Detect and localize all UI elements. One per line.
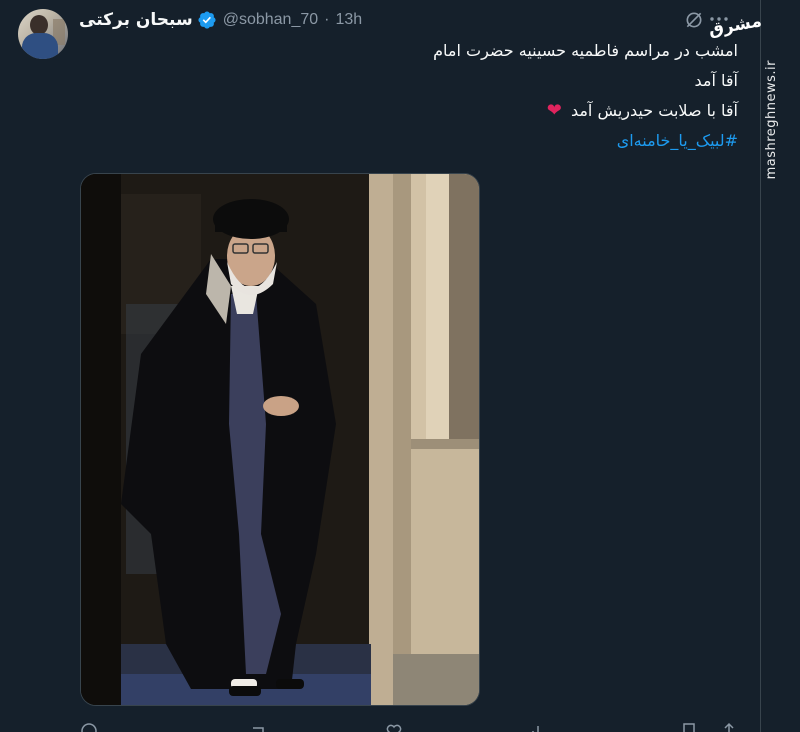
tweet-text: امشب در مراسم فاطمیه حسینیه حضرت امام آق… <box>138 36 738 156</box>
reply-icon[interactable] <box>80 722 98 732</box>
handle[interactable]: @sobhan_70 <box>223 11 318 29</box>
avatar[interactable] <box>18 9 68 59</box>
tweet-line-2: آقا آمد <box>694 71 738 90</box>
retweet-icon[interactable] <box>250 722 268 732</box>
tweet-page: سبحان برکتی @sobhan_70 · 13h امشب در مرا… <box>0 0 800 732</box>
tweet-media-photo[interactable] <box>80 173 480 706</box>
photo-image <box>81 174 479 705</box>
bookmark-icon[interactable] <box>680 722 698 732</box>
tweet-line-1: امشب در مراسم فاطمیه حسینیه حضرت امام <box>433 41 738 60</box>
watermark-logo: مشرق <box>706 11 764 41</box>
tweet-header: سبحان برکتی @sobhan_70 · 13h <box>79 8 362 32</box>
share-icon[interactable] <box>720 722 738 732</box>
hashtag-link[interactable]: #لبیک_یا_خامنه‌ای <box>617 131 738 150</box>
watermark-site: mashreghnews.ir <box>764 60 779 180</box>
tweet-action-bar <box>80 722 750 732</box>
timestamp[interactable]: 13h <box>335 11 362 29</box>
separator: · <box>324 11 330 28</box>
heart-emoji-icon: ❤ <box>546 100 562 121</box>
tweet-line-3: آقا با صلابت حیدریش آمد ❤ <box>138 96 738 126</box>
views-icon[interactable] <box>530 722 548 732</box>
tweet-line-4: #لبیک_یا_خامنه‌ای <box>138 126 738 156</box>
column-divider <box>760 0 761 732</box>
grok-icon[interactable] <box>684 10 704 30</box>
avatar-body <box>22 33 58 59</box>
like-icon[interactable] <box>385 722 403 732</box>
display-name[interactable]: سبحان برکتی <box>79 10 193 30</box>
avatar-head <box>30 15 48 35</box>
verified-badge-icon <box>198 11 216 29</box>
tweet-line-3-text: آقا با صلابت حیدریش آمد <box>570 101 738 120</box>
